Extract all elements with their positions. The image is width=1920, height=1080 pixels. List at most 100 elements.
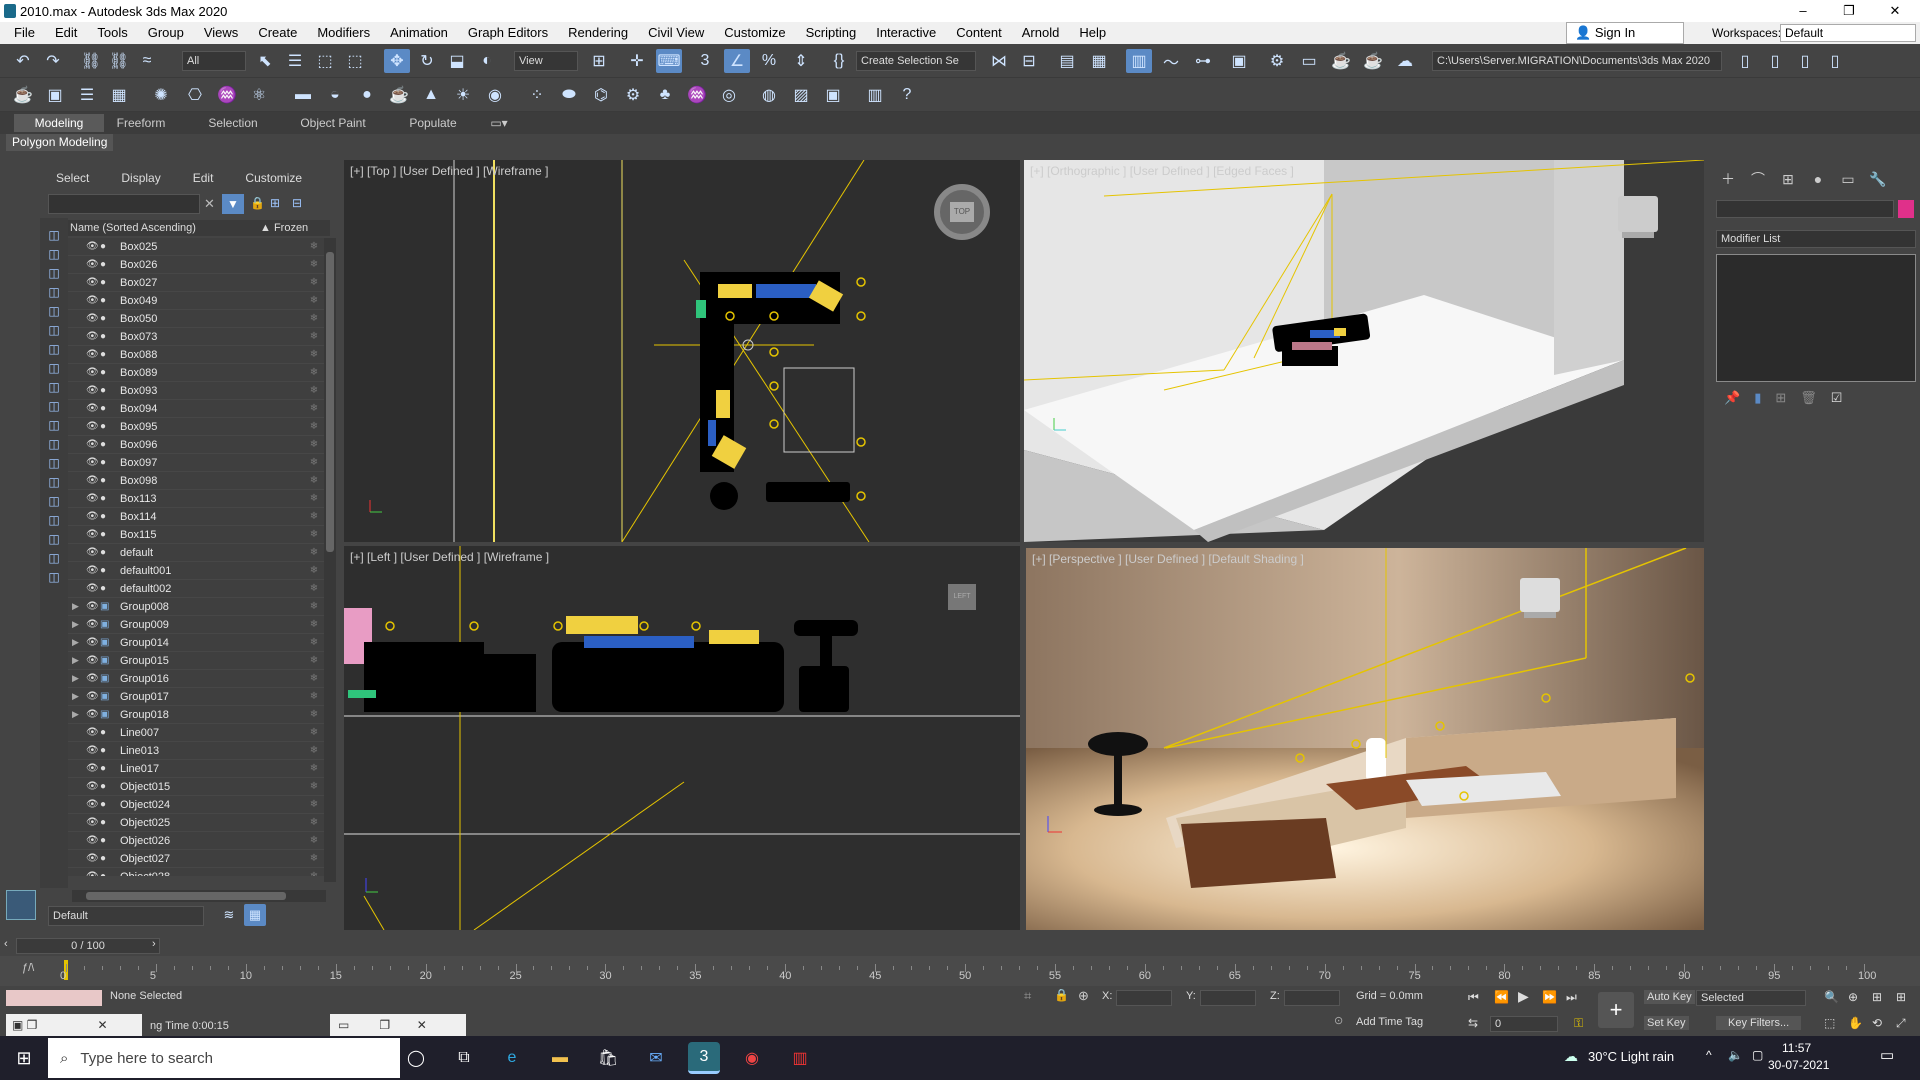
file-explorer-icon[interactable]: ▬: [544, 1042, 576, 1074]
viewport-ortho-label[interactable]: [+] [Orthographic ] [User Defined ] [Edg…: [1030, 164, 1294, 178]
visibility-eye-icon[interactable]: 👁: [86, 295, 100, 306]
pivot-center-icon[interactable]: ⊞: [586, 49, 612, 73]
explorer-tab-display[interactable]: Display: [105, 168, 176, 188]
viewport-persp-label[interactable]: [+] [Perspective ] [User Defined ] [Defa…: [1032, 552, 1304, 566]
menu-tools[interactable]: Tools: [87, 22, 137, 44]
freeze-icon[interactable]: ❄: [304, 727, 324, 738]
selection-lock-icon[interactable]: 🔒: [1054, 988, 1069, 1002]
capsule-icon[interactable]: ⬬: [556, 83, 582, 107]
layer-dropdown[interactable]: Default: [48, 906, 204, 926]
fov-icon[interactable]: ⬚: [1824, 1016, 1835, 1030]
list-item[interactable]: 👁 ● Box096 ❄: [68, 436, 324, 454]
viewport-top[interactable]: [+] [Top ] [User Defined ] [Wireframe ]: [344, 160, 1020, 542]
prev-frame-icon[interactable]: ‹: [4, 938, 8, 950]
list-item[interactable]: 👁 ● Box025 ❄: [68, 238, 324, 256]
freeze-icon[interactable]: ❄: [304, 475, 324, 486]
goto-end-icon[interactable]: ⏭: [1566, 990, 1577, 1005]
freeze-icon[interactable]: ❄: [304, 799, 324, 810]
expand-arrow-icon[interactable]: ▶: [72, 709, 82, 720]
expand-arrow-icon[interactable]: ▶: [72, 619, 82, 630]
current-frame-field[interactable]: 0: [1490, 1016, 1558, 1032]
hscroll[interactable]: [72, 890, 326, 902]
viewport-perspective[interactable]: [+] [Perspective ] [User Defined ] [Defa…: [1026, 548, 1704, 930]
reference-coord-dropdown[interactable]: View: [514, 51, 578, 71]
viewport-top-label[interactable]: [+] [Top ] [User Defined ] [Wireframe ]: [350, 164, 548, 178]
visibility-eye-icon[interactable]: 👁: [86, 619, 100, 630]
globe-icon[interactable]: ◍: [756, 83, 782, 107]
list-item[interactable]: 👁 ● Box027 ❄: [68, 274, 324, 292]
explorer-search-input[interactable]: [48, 194, 200, 214]
menu-modifiers[interactable]: Modifiers: [307, 22, 380, 44]
create-tab-icon[interactable]: ＋: [1716, 168, 1740, 190]
freeze-icon[interactable]: ❄: [304, 331, 324, 342]
expand-arrow-icon[interactable]: ▶: [72, 601, 82, 612]
pan-icon[interactable]: ✋: [1848, 1016, 1863, 1030]
list-icon[interactable]: ☰: [74, 83, 100, 107]
filter-funnel-icon[interactable]: ◫: [44, 549, 64, 567]
list-item[interactable]: 👁 ● Box073 ❄: [68, 328, 324, 346]
visibility-eye-icon[interactable]: 👁: [86, 781, 100, 792]
visibility-eye-icon[interactable]: 👁: [86, 493, 100, 504]
modify-tab-icon[interactable]: ⌒: [1746, 168, 1770, 190]
visibility-eye-icon[interactable]: 👁: [86, 511, 100, 522]
freeze-icon[interactable]: ❄: [304, 295, 324, 306]
set-key-big-icon[interactable]: +: [1598, 992, 1634, 1028]
ball-icon[interactable]: ◎: [716, 83, 742, 107]
tab-modeling[interactable]: Modeling: [14, 114, 104, 132]
visibility-eye-icon[interactable]: 👁: [86, 655, 100, 666]
freeze-icon[interactable]: ❄: [304, 349, 324, 360]
layer-explorer-icon[interactable]: ▦: [244, 904, 266, 926]
object-name-field[interactable]: [1716, 200, 1894, 218]
hidden-filter-icon[interactable]: ◫: [44, 454, 64, 472]
explorer-tab-edit[interactable]: Edit: [177, 168, 230, 188]
select-by-name-icon[interactable]: ☰: [282, 49, 308, 73]
curve-editor-icon[interactable]: 〜: [1158, 49, 1184, 73]
menu-customize[interactable]: Customize: [714, 22, 795, 44]
menu-scripting[interactable]: Scripting: [796, 22, 867, 44]
geometry-icon[interactable]: ◫: [44, 245, 64, 263]
visibility-eye-icon[interactable]: 👁: [86, 817, 100, 828]
visibility-eye-icon[interactable]: 👁: [86, 529, 100, 540]
expand-arrow-icon[interactable]: ▶: [72, 691, 82, 702]
particles-icon[interactable]: ⁘: [524, 83, 550, 107]
zoom-extents-all-icon[interactable]: ⊞: [1896, 990, 1906, 1004]
select-object-icon[interactable]: ⬉: [252, 49, 278, 73]
y-field[interactable]: [1200, 990, 1256, 1006]
helpers-filter-icon[interactable]: ◫: [44, 321, 64, 339]
viewport-left[interactable]: [+] [Left ] [User Defined ] [Wireframe ]: [344, 546, 1020, 930]
cone-icon[interactable]: ▲: [418, 83, 444, 107]
list-item[interactable]: ▶ 👁 ▣ Group014 ❄: [68, 634, 324, 652]
abs-mode-icon[interactable]: ⊕: [1078, 988, 1089, 1004]
expand-arrow-icon[interactable]: ▶: [72, 673, 82, 684]
visibility-eye-icon[interactable]: 👁: [86, 547, 100, 558]
visibility-eye-icon[interactable]: 👁: [86, 763, 100, 774]
freeze-icon[interactable]: ❄: [304, 403, 324, 414]
freeze-icon[interactable]: ❄: [304, 241, 324, 252]
zoom-extents-icon[interactable]: ⊞: [1872, 990, 1882, 1004]
expand-arrow-icon[interactable]: ▶: [72, 637, 82, 648]
list-item[interactable]: 👁 ● Object024 ❄: [68, 796, 324, 814]
cortana-icon[interactable]: ◯: [400, 1042, 432, 1074]
visibility-eye-icon[interactable]: 👁: [86, 367, 100, 378]
list-item[interactable]: 👁 ● default002 ❄: [68, 580, 324, 598]
hierarchy-tab-icon[interactable]: ⊞: [1776, 168, 1800, 190]
list-item[interactable]: 👁 ● Line007 ❄: [68, 724, 324, 742]
time-slider[interactable]: 0 / 100: [16, 938, 160, 954]
visibility-eye-icon[interactable]: 👁: [86, 313, 100, 324]
rendered-frame-icon[interactable]: ▭: [1296, 49, 1322, 73]
rect-selection-icon[interactable]: ⬚: [312, 49, 338, 73]
sphere-icon[interactable]: ◉: [482, 83, 508, 107]
freeze-icon[interactable]: ❄: [304, 439, 324, 450]
none-filter-icon[interactable]: ◫: [44, 473, 64, 491]
bind-spacewarp-icon[interactable]: ≈: [134, 49, 160, 73]
edge-icon[interactable]: e: [496, 1042, 528, 1074]
volume-icon[interactable]: 🔈: [1728, 1048, 1743, 1062]
unlink-icon[interactable]: ⛓: [106, 49, 132, 73]
goto-start-icon[interactable]: ⏮: [1468, 990, 1479, 1005]
remove-modifier-icon[interactable]: 🗑: [1800, 390, 1817, 410]
tab-freeform[interactable]: Freeform: [104, 114, 178, 132]
visibility-eye-icon[interactable]: 👁: [86, 331, 100, 342]
freeze-icon[interactable]: ❄: [304, 637, 324, 648]
column-frozen[interactable]: ▲ Frozen: [260, 220, 308, 236]
freeze-icon[interactable]: ❄: [304, 745, 324, 756]
